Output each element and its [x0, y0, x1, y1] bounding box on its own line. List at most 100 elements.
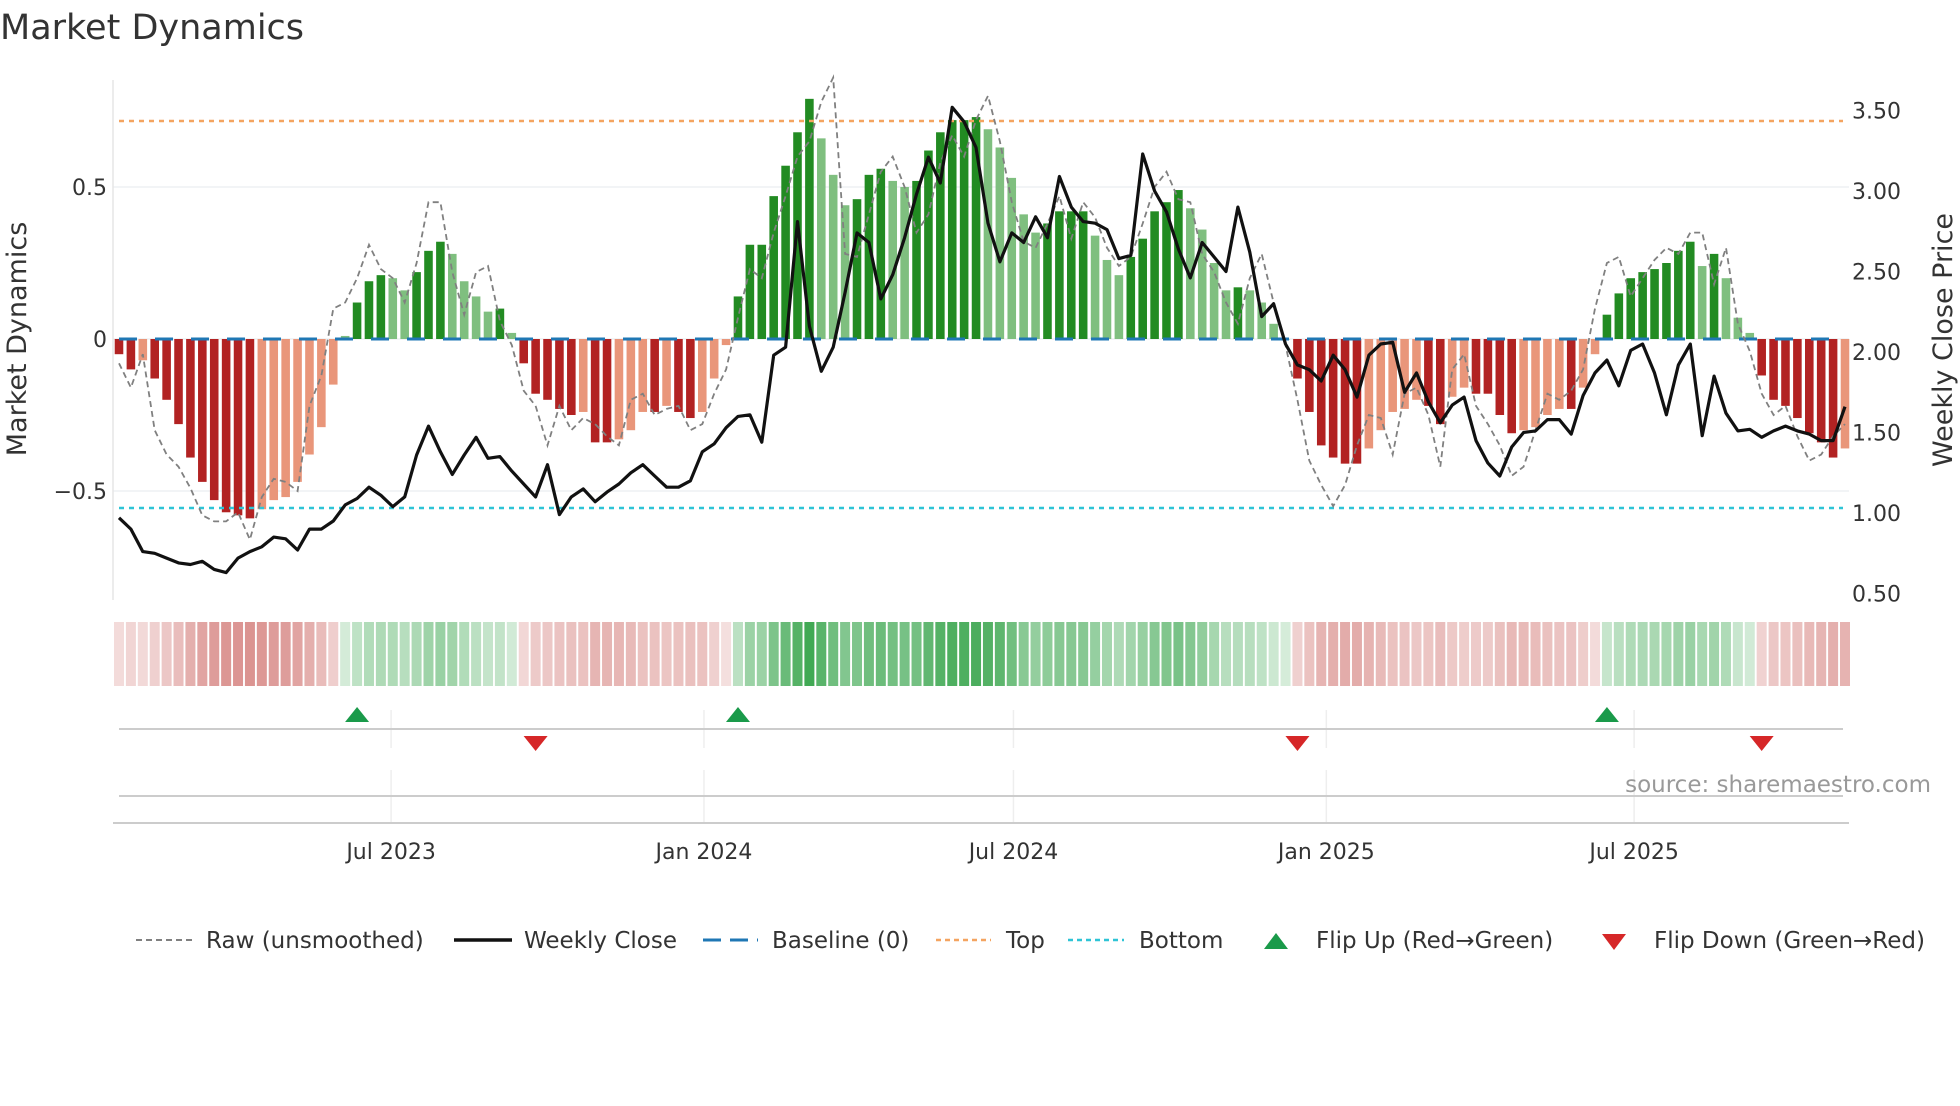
- bar-negative: [686, 339, 695, 419]
- bar-positive: [1043, 223, 1052, 339]
- heat-cell: [1054, 622, 1065, 686]
- heat-cell: [233, 622, 244, 686]
- bar-negative: [269, 339, 279, 501]
- heat-cell: [1173, 622, 1184, 686]
- legend-item-flip-down[interactable]: Flip Down (Green→Red): [1602, 928, 1925, 954]
- bar-negative: [709, 339, 719, 379]
- heat-cell: [792, 622, 803, 686]
- bar-positive: [1602, 314, 1612, 339]
- bar-negative: [293, 339, 302, 482]
- heat-cell: [1720, 622, 1731, 686]
- heat-cell: [1042, 622, 1053, 686]
- legend-item-raw[interactable]: Raw (unsmoothed): [136, 928, 424, 954]
- bar-negative: [221, 339, 231, 513]
- x-ticks: Jul 2023 Jan 2024 Jul 2024 Jan 2025 Jul 2025: [344, 840, 1679, 865]
- heat-cell: [1411, 622, 1422, 686]
- bar-positive: [757, 244, 767, 339]
- legend-item-close[interactable]: Weekly Close: [454, 928, 677, 954]
- bar-negative: [257, 339, 267, 510]
- y-tick-label: 0: [93, 328, 107, 353]
- y2-tick-label: 1.00: [1852, 502, 1901, 527]
- legend-baseline-label: Baseline (0): [772, 928, 909, 954]
- heat-cell: [709, 622, 720, 686]
- bar-positive: [1697, 266, 1707, 339]
- bar-positive: [1031, 232, 1040, 339]
- legend-flip-down-label: Flip Down (Green→Red): [1654, 928, 1925, 954]
- legend-item-bottom[interactable]: Bottom: [1068, 928, 1223, 954]
- bar-positive: [352, 302, 362, 339]
- heat-cell: [1590, 622, 1601, 686]
- flip-down-marker: [523, 736, 548, 751]
- heat-cell: [1494, 622, 1505, 686]
- heat-cell: [352, 622, 363, 686]
- bar-positive: [1055, 211, 1064, 339]
- heat-cell: [1530, 622, 1541, 686]
- heat-cell: [1518, 622, 1529, 686]
- bar-positive: [1721, 278, 1731, 339]
- bar-positive: [1662, 263, 1671, 339]
- heat-cell: [161, 622, 172, 686]
- heat-cell: [673, 622, 684, 686]
- heat-cell: [637, 622, 648, 686]
- bar-negative: [1519, 339, 1528, 431]
- left-y-ticks: 0.5 0 −0.5: [54, 176, 107, 505]
- heat-cell: [1601, 622, 1612, 686]
- heat-cell: [1804, 622, 1815, 686]
- bar-positive: [995, 147, 1005, 339]
- bar-negative: [1566, 339, 1576, 409]
- bar-negative: [1495, 339, 1505, 415]
- legend-flip-up-label: Flip Up (Red→Green): [1316, 928, 1553, 954]
- legend-item-baseline[interactable]: Baseline (0): [703, 928, 909, 954]
- heat-cell: [1470, 622, 1481, 686]
- heat-cell: [1709, 622, 1720, 686]
- bar-negative: [674, 339, 683, 412]
- bar-positive: [745, 244, 755, 339]
- heat-cell: [1637, 622, 1648, 686]
- market-dynamics-chart: Market Dynamics 0.50−0.5 3.503.002.502.0…: [0, 8, 1959, 954]
- bar-negative: [1471, 339, 1481, 394]
- bar-negative: [1578, 339, 1588, 388]
- y2-tick-label: 2.00: [1852, 341, 1901, 366]
- heat-cell: [1828, 622, 1839, 686]
- heat-cell: [459, 622, 470, 686]
- right-axis-label: Weekly Close Price: [1928, 213, 1959, 467]
- heat-cell: [732, 622, 743, 686]
- heat-cell: [1435, 622, 1446, 686]
- bar-negative: [1805, 339, 1814, 434]
- bar-positive: [888, 180, 898, 339]
- heat-cell: [1030, 622, 1041, 686]
- bar-negative: [626, 339, 636, 431]
- bar-positive: [1174, 190, 1183, 339]
- bar-positive: [1674, 250, 1683, 339]
- heat-cell: [1351, 622, 1362, 686]
- heat-cell: [1387, 622, 1398, 686]
- bar-negative: [614, 339, 624, 440]
- bar-negative: [567, 339, 576, 415]
- bar-negative: [1352, 339, 1362, 464]
- legend-item-flip-up[interactable]: Flip Up (Red→Green): [1264, 928, 1553, 954]
- heat-cell: [1149, 622, 1160, 686]
- heat-cell: [566, 622, 577, 686]
- legend-flip-up-icon: [1264, 933, 1288, 949]
- heat-cell: [316, 622, 327, 686]
- heat-cell: [721, 622, 732, 686]
- bar-positive: [495, 308, 505, 339]
- heat-cell: [590, 622, 601, 686]
- x-tick-label: Jan 2024: [654, 840, 753, 865]
- bar-negative: [126, 339, 136, 370]
- legend-close-label: Weekly Close: [524, 928, 677, 954]
- heat-cell: [1661, 622, 1672, 686]
- heat-cell: [1185, 622, 1196, 686]
- flip-up-marker: [1594, 707, 1619, 722]
- bar-positive: [1078, 211, 1088, 339]
- heat-cell: [602, 622, 613, 686]
- legend-item-top[interactable]: Top: [936, 928, 1045, 954]
- chart-title: Market Dynamics: [0, 8, 304, 48]
- bar-positive: [1650, 269, 1659, 339]
- heat-cell: [554, 622, 565, 686]
- heat-cell: [1578, 622, 1589, 686]
- bar-negative: [198, 339, 207, 482]
- heat-cell: [625, 622, 636, 686]
- heat-cell: [1232, 622, 1243, 686]
- heat-cell: [1340, 622, 1351, 686]
